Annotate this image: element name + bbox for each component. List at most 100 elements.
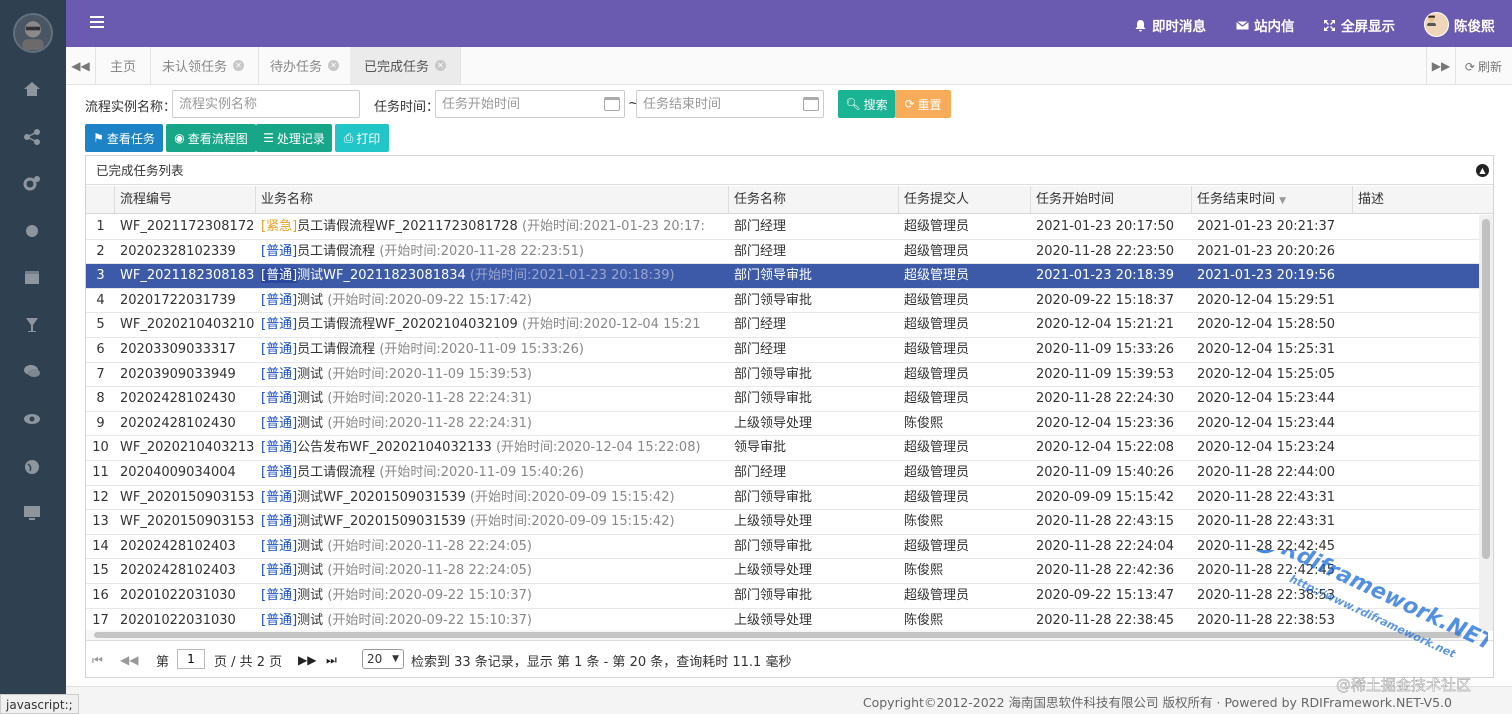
flag-icon: ⚑ (93, 131, 104, 145)
cell-start-time: 2020-12-04 15:23:36 (1036, 415, 1175, 431)
close-icon[interactable]: ✕ (233, 60, 245, 71)
horizontal-scrollbar[interactable] (86, 630, 1480, 640)
table-row[interactable]: 6 20203309033317 [普通]员工请假流程 (开始时间:2020-11-… (86, 338, 1480, 363)
table-row[interactable]: 8 20202428102430 [普通]测试 (开始时间:2020-11-28 2… (86, 387, 1480, 412)
page-size-select[interactable]: 20 ▼ (362, 649, 404, 669)
business-start-time: (开始时间:2020-12-04 15:21 (521, 317, 701, 333)
task-end-time-input[interactable] (636, 90, 824, 118)
tab-scroll-right-icon[interactable]: ▶▶ (1426, 47, 1456, 84)
desktop-icon[interactable] (23, 504, 41, 522)
collapse-icon[interactable]: ▲ (1476, 164, 1489, 177)
header-end-time-label: 任务结束时间 (1197, 192, 1276, 207)
table-row[interactable]: 14 20202428102403 [普通]测试 (开始时间:2020-11-28 … (86, 535, 1480, 560)
scroll-thumb[interactable] (1482, 219, 1490, 559)
header-start-time[interactable]: 任务开始时间 (1031, 186, 1192, 214)
cogs-icon[interactable] (23, 174, 41, 192)
cell-flow-code: 20204009034004 (120, 465, 236, 480)
process-name-input[interactable] (172, 90, 360, 118)
table-row[interactable]: 15 20202428102403 [普通]测试 (开始时间:2020-11-28 … (86, 559, 1480, 584)
home-icon[interactable] (23, 80, 41, 98)
calendar-icon[interactable] (23, 268, 41, 286)
table-row[interactable]: 3 WF_2021182308183 [普通]测试WF_20211823081834… (86, 264, 1480, 289)
instant-message-button[interactable]: 即时消息 (1134, 15, 1206, 35)
process-records-button[interactable]: ☰ 处理记录 (256, 124, 332, 152)
prev-page-icon[interactable]: ◀◀ (120, 653, 138, 667)
priority-badge: [普通] (261, 293, 297, 308)
table-row[interactable]: 9 20202428102430 [普通]测试 (开始时间:2020-11-28 2… (86, 412, 1480, 437)
business-start-time: (开始时间:2020-11-28 22:24:31) (327, 391, 532, 407)
page-number-input[interactable] (177, 649, 205, 669)
priority-tag: 普通 (266, 342, 293, 357)
last-page-icon[interactable]: ⏭ (326, 653, 337, 668)
cell-description (1353, 215, 1480, 239)
table-row[interactable]: 11 20204009034004 [普通]员工请假流程 (开始时间:2020-11… (86, 461, 1480, 486)
tab-todo-tasks[interactable]: 待办任务 ✕ (256, 47, 355, 84)
scroll-thumb[interactable] (94, 632, 1462, 638)
globe-icon[interactable] (23, 458, 41, 476)
table-row[interactable]: 2 20202328102339 [普通]员工请假流程 (开始时间:2020-11-… (86, 240, 1480, 265)
site-mail-button[interactable]: 站内信 (1236, 15, 1295, 35)
priority-badge: [普通] (261, 539, 297, 554)
cell-business-name: [普通]测试 (开始时间:2020-11-28 22:24:31) (256, 387, 729, 411)
reset-button[interactable]: ⟳ 重置 (895, 90, 951, 118)
sidebar-avatar[interactable] (13, 13, 53, 53)
table-row[interactable]: 12 WF_2020150903153 [普通]测试WF_2020150903153… (86, 486, 1480, 511)
next-page-icon[interactable]: ▶▶ (298, 653, 316, 667)
header-business-name[interactable]: 业务名称 (256, 186, 729, 214)
cell-description (1353, 338, 1480, 362)
cell-description (1353, 461, 1480, 485)
header-description[interactable]: 描述 (1353, 186, 1493, 214)
vertical-scrollbar[interactable] (1479, 215, 1493, 631)
first-page-icon[interactable]: ⏮ (92, 653, 103, 668)
print-button[interactable]: ⎙ 打印 (335, 124, 389, 152)
view-flow-chart-button[interactable]: ◉ 查看流程图 (166, 124, 256, 152)
close-icon[interactable]: ✕ (328, 60, 340, 71)
tab-home[interactable]: 主页 (96, 47, 152, 84)
header-submitter[interactable]: 任务提交人 (899, 186, 1031, 214)
table-row[interactable]: 13 WF_2020150903153 [普通]测试WF_2020150903153… (86, 510, 1480, 535)
instant-message-label: 即时消息 (1152, 19, 1206, 35)
cell-end-time: 2020-12-04 15:25:31 (1197, 342, 1336, 357)
cell-business-name: [普通]测试 (开始时间:2020-11-28 22:24:05) (256, 559, 729, 583)
table-row[interactable]: 4 20201722031739 [普通]测试 (开始时间:2020-09-22 1… (86, 289, 1480, 314)
menu-toggle-icon[interactable] (90, 16, 104, 28)
eye-icon[interactable] (23, 410, 41, 428)
share-icon[interactable] (23, 128, 41, 146)
page-total: 页 / 共 2 页 (214, 655, 283, 670)
table-row[interactable]: 5 WF_2020210403210 [普通]员工请假流程WF_2020210403… (86, 313, 1480, 338)
business-name: 测试WF_20211823081834 (297, 268, 466, 284)
table-row[interactable]: 1 WF_2021172308172 [紧急]员工请假流程WF_2021172308… (86, 215, 1480, 240)
business-name: 测试 (297, 563, 324, 579)
cell-business-name: [普通]员工请假流程 (开始时间:2020-11-28 22:23:51) (256, 240, 729, 264)
close-icon[interactable]: ✕ (435, 60, 447, 71)
priority-tag: 普通 (266, 317, 293, 333)
tab-completed-tasks[interactable]: 已完成任务 ✕ (350, 47, 462, 84)
grid-title-bar: 已完成任务列表 ▲ (86, 156, 1493, 185)
table-row[interactable]: 10 WF_2020210403213 [普通]公告发布WF_20202104032… (86, 436, 1480, 461)
circle-icon[interactable] (23, 222, 41, 240)
tab-scroll-left-icon[interactable]: ◀◀ (66, 47, 96, 84)
task-start-time-input[interactable] (435, 90, 625, 118)
cell-business-name: [普通]测试 (开始时间:2020-11-09 15:39:53) (256, 363, 729, 387)
table-row[interactable]: 16 20201022031030 [普通]测试 (开始时间:2020-09-22 … (86, 584, 1480, 609)
header-flow-code[interactable]: 流程编号 (115, 186, 256, 214)
user-menu[interactable]: 陈俊熙 (1424, 12, 1495, 37)
refresh-button[interactable]: ⟳ 刷新 (1465, 58, 1502, 75)
header-task-name[interactable]: 任务名称 (729, 186, 899, 214)
search-button-label: 搜索 (863, 97, 888, 112)
cell-description (1353, 264, 1480, 288)
cell-description (1353, 535, 1480, 559)
tab-unclaimed-tasks[interactable]: 未认领任务 ✕ (148, 47, 260, 84)
cell-description (1353, 609, 1480, 633)
page-prefix: 第 (156, 655, 170, 670)
view-task-button[interactable]: ⚑ 查看任务 (85, 124, 163, 152)
calendar-icon[interactable] (803, 97, 819, 111)
comments-icon[interactable] (23, 362, 41, 380)
calendar-icon[interactable] (604, 97, 620, 111)
table-row[interactable]: 7 20203909033949 [普通]测试 (开始时间:2020-11-09 1… (86, 363, 1480, 388)
trophy-icon[interactable] (23, 316, 41, 334)
cell-business-name: [普通]测试 (开始时间:2020-11-28 22:24:31) (256, 412, 729, 436)
header-end-time[interactable]: 任务结束时间 ▼ (1192, 186, 1353, 214)
fullscreen-button[interactable]: 全屏显示 (1323, 15, 1395, 35)
search-button[interactable]: 🔍︎ 搜索 (838, 90, 895, 118)
